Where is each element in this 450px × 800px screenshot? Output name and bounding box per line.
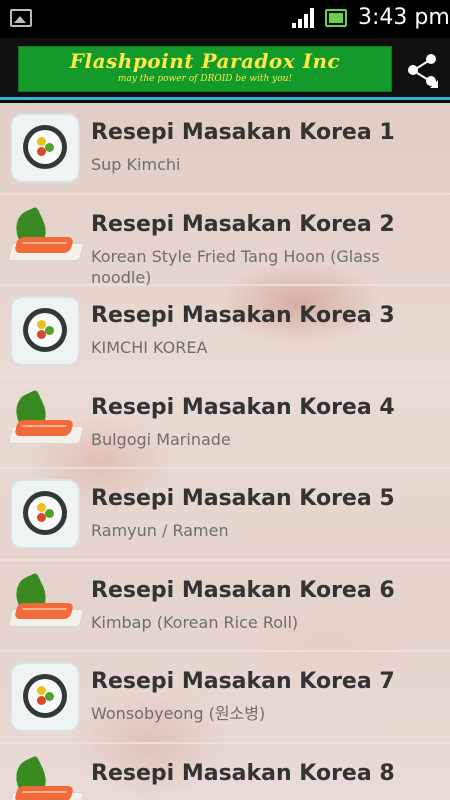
- recipe-list[interactable]: Resepi Masakan Korea 1 Sup Kimchi Resepi M…: [0, 103, 450, 800]
- item-title: Resepi Masakan Korea 5: [91, 486, 395, 511]
- share-icon[interactable]: [400, 50, 440, 90]
- salmon-icon: [7, 754, 85, 800]
- item-subtitle: Bulgogi Marinade: [91, 429, 231, 449]
- banner-title: Flashpoint Paradox Inc: [69, 49, 341, 73]
- item-title: Resepi Masakan Korea 3: [91, 303, 395, 328]
- item-title: Resepi Masakan Korea 1: [91, 120, 395, 145]
- app-banner[interactable]: Flashpoint Paradox Inc may the power of …: [18, 46, 392, 92]
- sushi-icon: [10, 479, 80, 549]
- item-subtitle: Kimbap (Korean Rice Roll): [91, 612, 299, 632]
- status-bar: 3:43 pm: [0, 0, 450, 38]
- salmon-icon: [7, 205, 85, 275]
- item-subtitle: Korean Style Fried Tang Hoon (Glass nood…: [91, 246, 380, 287]
- salmon-icon: [7, 388, 85, 458]
- gallery-notification-icon: [10, 9, 32, 27]
- list-item[interactable]: Resepi Masakan Korea 7 Wonsobyeong (원소병): [0, 652, 450, 744]
- item-subtitle: Ramyun / Ramen: [91, 521, 229, 540]
- item-subtitle: Wonsobyeong (원소병): [91, 704, 266, 723]
- action-bar: Flashpoint Paradox Inc may the power of …: [0, 38, 450, 100]
- status-time: 3:43 pm: [358, 5, 450, 30]
- list-item[interactable]: Resepi Masakan Korea 3 KIMCHI KOREA: [0, 286, 450, 378]
- list-item[interactable]: Resepi Masakan Korea 6 Kimbap (Korean Ric…: [0, 561, 450, 652]
- list-item[interactable]: Resepi Masakan Korea 8: [0, 744, 450, 800]
- banner-tagline: may the power of DROID be with you!: [117, 74, 293, 84]
- battery-icon: [325, 9, 347, 27]
- sushi-icon: [10, 113, 80, 183]
- item-title: Resepi Masakan Korea 2: [91, 211, 395, 237]
- item-subtitle: Sup Kimchi: [91, 155, 181, 174]
- item-title: Resepi Masakan Korea 6: [91, 577, 395, 603]
- list-item[interactable]: Resepi Masakan Korea 1 Sup Kimchi: [0, 103, 450, 195]
- item-title: Resepi Masakan Korea 4: [91, 394, 395, 420]
- item-subtitle: KIMCHI KOREA: [91, 338, 208, 357]
- sushi-icon: [10, 296, 80, 366]
- list-item[interactable]: Resepi Masakan Korea 2 Korean Style Fried…: [0, 195, 450, 287]
- sushi-icon: [10, 662, 80, 732]
- item-title: Resepi Masakan Korea 8: [91, 760, 395, 786]
- list-item[interactable]: Resepi Masakan Korea 5 Ramyun / Ramen: [0, 469, 450, 561]
- item-title: Resepi Masakan Korea 7: [91, 669, 395, 694]
- signal-icon: [292, 8, 316, 28]
- salmon-icon: [7, 571, 85, 641]
- list-item[interactable]: Resepi Masakan Korea 4 Bulgogi Marinade: [0, 378, 450, 469]
